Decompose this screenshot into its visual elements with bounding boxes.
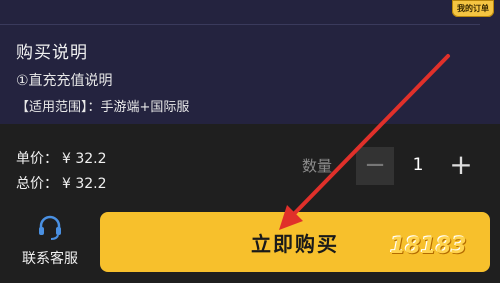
- total-price-label: 总价：: [16, 176, 58, 192]
- quantity-decrease-button[interactable]: −: [356, 147, 394, 185]
- headset-icon: [39, 215, 61, 240]
- quantity-value: 1: [412, 155, 424, 175]
- unit-price-row: 单价： ¥ 32.2: [16, 148, 111, 168]
- total-price-row: 总价： ¥ 32.2: [16, 173, 111, 193]
- purchase-info-panel: 我的订单 购买说明 ①直充充值说明 【适用范围】：手游端+国际服: [0, 0, 500, 124]
- divider: [0, 24, 480, 25]
- watermark-logo: 18183: [390, 234, 467, 259]
- customer-service-label: 联系客服: [22, 251, 78, 267]
- quantity-label: 数量: [302, 157, 333, 175]
- unit-price-label: 单价：: [16, 151, 58, 167]
- quantity-increase-button[interactable]: +: [442, 147, 480, 185]
- total-price-value: ¥ 32.2: [62, 176, 107, 192]
- customer-service-button[interactable]: 联系客服: [10, 212, 90, 274]
- unit-price-value: ¥ 32.2: [62, 151, 107, 167]
- buy-now-label: 立即购买: [251, 231, 339, 256]
- scope-note: 【适用范围】：手游端+国际服: [16, 100, 190, 115]
- order-badge[interactable]: 我的订单: [452, 0, 494, 17]
- recharge-note: ①直充充值说明: [16, 73, 113, 89]
- purchase-instructions-title: 购买说明: [16, 43, 88, 63]
